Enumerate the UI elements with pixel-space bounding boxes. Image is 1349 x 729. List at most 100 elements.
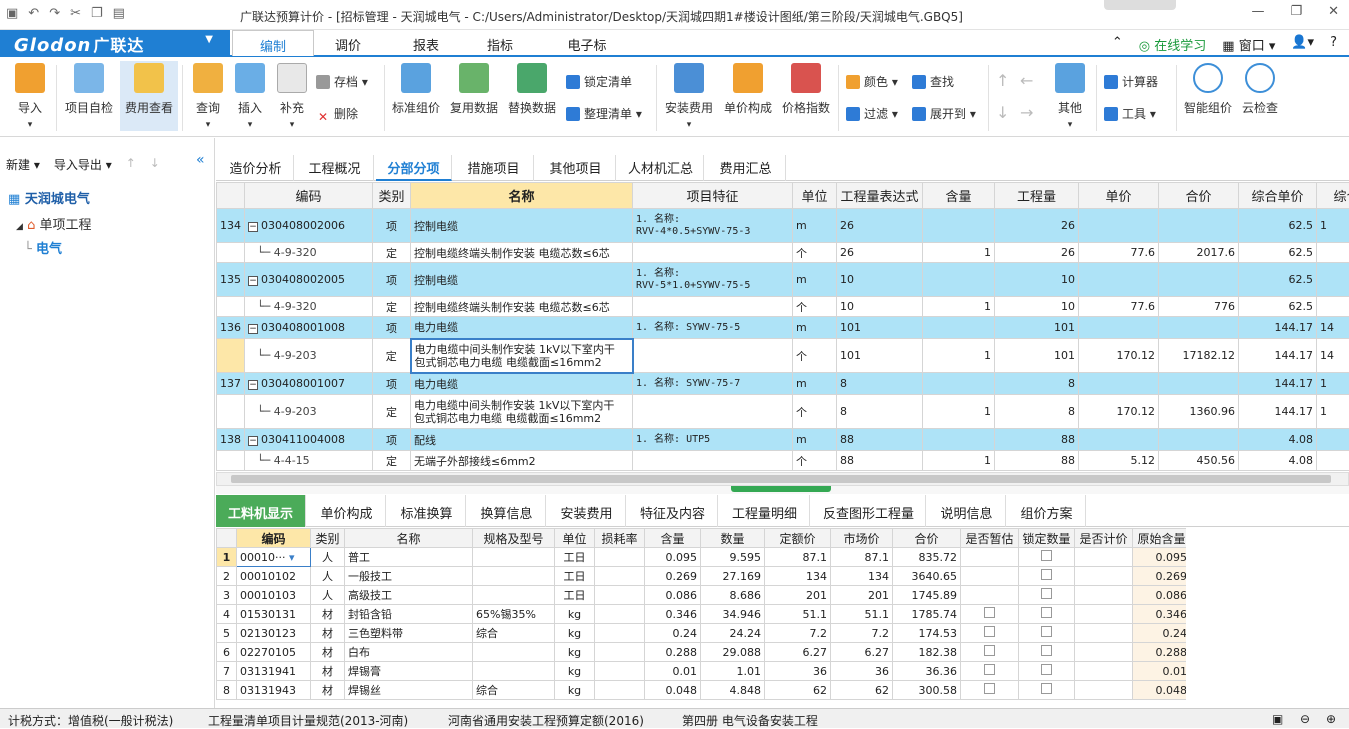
category-cell[interactable]: 项 <box>373 317 411 339</box>
move-up-icon[interactable]: ↑ <box>126 156 136 173</box>
quantity-cell[interactable]: 101 <box>995 339 1079 373</box>
total-price-cell[interactable] <box>1159 263 1239 297</box>
collapse-icon[interactable]: − <box>248 380 258 390</box>
market-price[interactable]: 36 <box>831 662 893 681</box>
unit-cell[interactable]: m <box>793 263 837 297</box>
table-row[interactable]: 135−030408002005项控制电缆1. 名称:RVV-5*1.0+SYW… <box>217 263 1349 297</box>
lock-checkbox[interactable] <box>1041 664 1052 675</box>
resource-header-cell[interactable]: 定额价 <box>765 529 831 548</box>
pane-splitter[interactable] <box>216 486 1349 494</box>
resource-content[interactable]: 0.01 <box>645 662 701 681</box>
lock-checkbox[interactable] <box>1041 588 1052 599</box>
resource-category[interactable]: 材 <box>311 605 345 624</box>
loss-rate[interactable] <box>595 567 645 586</box>
smart-price-button[interactable]: 智能组价 <box>1180 63 1236 116</box>
market-price[interactable]: 62 <box>831 681 893 700</box>
resource-category[interactable]: 材 <box>311 624 345 643</box>
name-cell[interactable]: 控制电缆 <box>411 263 633 297</box>
total-price-cell[interactable] <box>1159 429 1239 451</box>
quantity-cell[interactable]: 10 <box>995 263 1079 297</box>
supplement-button[interactable]: 补充▾ <box>272 63 312 130</box>
resource-code[interactable]: 00010102 <box>237 567 311 586</box>
table-row[interactable]: 136−030408001008项电力电缆1. 名称: SYWV-75-5m10… <box>217 317 1349 339</box>
resource-total[interactable]: 300.58 <box>893 681 961 700</box>
category-cell[interactable]: 定 <box>373 243 411 263</box>
table-row[interactable]: └─ 4-9-203定电力电缆中间头制作安装 1kV以下室内干包式铜芯电力电缆 … <box>217 395 1349 429</box>
user-icon[interactable]: 👤▾ <box>1291 35 1314 54</box>
resource-name[interactable]: 高级技工 <box>345 586 473 605</box>
content-cell[interactable]: 1 <box>923 243 995 263</box>
lock-checkbox[interactable] <box>1041 550 1052 561</box>
resource-row[interactable]: 300010103人高级技工工日0.0868.6862012011745.890… <box>217 586 1187 605</box>
quantity-cell[interactable]: 88 <box>995 451 1079 471</box>
minimize-icon[interactable]: — <box>1251 4 1264 19</box>
quota-price[interactable]: 87.1 <box>765 548 831 567</box>
grid-header-cell[interactable]: 类别 <box>373 183 411 209</box>
move-up-icon[interactable]: ↑ <box>996 71 1009 90</box>
composite-price-cell[interactable]: 62.5 <box>1239 297 1317 317</box>
tab-labor-material[interactable]: 人材机汇总 <box>618 155 704 181</box>
category-cell[interactable]: 定 <box>373 339 411 373</box>
view-icon[interactable]: ▣ <box>1272 712 1283 726</box>
resource-unit[interactable]: 工日 <box>555 548 595 567</box>
window-menu[interactable]: ▦ 窗口 ▾ <box>1222 35 1275 54</box>
composite-price-cell[interactable]: 62.5 <box>1239 209 1317 243</box>
lock-list-button[interactable]: 锁定清单 <box>566 73 632 90</box>
grid-header-cell[interactable]: 名称 <box>411 183 633 209</box>
composite-price-cell[interactable]: 144.17 <box>1239 373 1317 395</box>
resource-category[interactable]: 人 <box>311 586 345 605</box>
quantity-cell[interactable]: 88 <box>995 429 1079 451</box>
resource-row[interactable]: 602270105材白布kg0.28829.0886.276.27182.380… <box>217 643 1187 662</box>
name-cell[interactable]: 无端子外部接线≤6mm2 <box>411 451 633 471</box>
resource-quantity[interactable]: 9.595 <box>701 548 765 567</box>
is-estimate[interactable] <box>961 624 1019 643</box>
composite-price-cell[interactable]: 144.17 <box>1239 339 1317 373</box>
original-content[interactable]: 0.346 <box>1133 605 1187 624</box>
lock-quantity[interactable] <box>1019 548 1075 567</box>
resource-content[interactable]: 0.346 <box>645 605 701 624</box>
total-price-cell[interactable] <box>1159 373 1239 395</box>
market-price[interactable]: 87.1 <box>831 548 893 567</box>
quantity-cell[interactable]: 26 <box>995 243 1079 263</box>
expression-cell[interactable]: 101 <box>837 317 923 339</box>
expression-cell[interactable]: 88 <box>837 429 923 451</box>
resource-header-cell[interactable]: 规格及型号 <box>473 529 555 548</box>
tab-install-fee[interactable]: 安装费用 <box>548 495 626 527</box>
menu-index[interactable]: 指标 <box>470 30 530 56</box>
lock-quantity[interactable] <box>1019 624 1075 643</box>
unit-price-cell[interactable]: 5.12 <box>1079 451 1159 471</box>
resource-name[interactable]: 三色塑料带 <box>345 624 473 643</box>
lock-checkbox[interactable] <box>1041 683 1052 694</box>
code-cell[interactable]: −030411004008 <box>245 429 373 451</box>
resource-content[interactable]: 0.086 <box>645 586 701 605</box>
loss-rate[interactable] <box>595 662 645 681</box>
is-priced[interactable] <box>1075 643 1133 662</box>
lock-quantity[interactable] <box>1019 643 1075 662</box>
resource-header-cell[interactable]: 锁定数量 <box>1019 529 1075 548</box>
code-cell[interactable]: └─ 4-4-15 <box>245 451 373 471</box>
resource-header-cell[interactable]: 是否计价 <box>1075 529 1133 548</box>
resource-spec[interactable] <box>473 567 555 586</box>
resource-total[interactable]: 182.38 <box>893 643 961 662</box>
copy-icon[interactable]: ❐ <box>91 6 103 21</box>
market-price[interactable]: 51.1 <box>831 605 893 624</box>
resource-header-cell[interactable]: 市场价 <box>831 529 893 548</box>
expression-cell[interactable]: 10 <box>837 297 923 317</box>
code-cell[interactable]: −030408002005 <box>245 263 373 297</box>
menu-ebid[interactable]: 电子标 <box>552 30 622 56</box>
unit-price-cell[interactable] <box>1079 373 1159 395</box>
grid-header-cell[interactable]: 含量 <box>923 183 995 209</box>
content-cell[interactable]: 1 <box>923 339 995 373</box>
loss-rate[interactable] <box>595 586 645 605</box>
composite-price-cell[interactable]: 4.08 <box>1239 429 1317 451</box>
std-price-button[interactable]: 标准组价 <box>390 63 442 116</box>
resource-name[interactable]: 焊锡膏 <box>345 662 473 681</box>
resource-total[interactable]: 1745.89 <box>893 586 961 605</box>
estimate-checkbox[interactable] <box>984 664 995 675</box>
estimate-checkbox[interactable] <box>984 607 995 618</box>
resource-quantity[interactable]: 24.24 <box>701 624 765 643</box>
code-cell[interactable]: −030408001007 <box>245 373 373 395</box>
expand-button[interactable]: 展开到 ▾ <box>912 105 976 122</box>
loss-rate[interactable] <box>595 605 645 624</box>
category-cell[interactable]: 定 <box>373 297 411 317</box>
